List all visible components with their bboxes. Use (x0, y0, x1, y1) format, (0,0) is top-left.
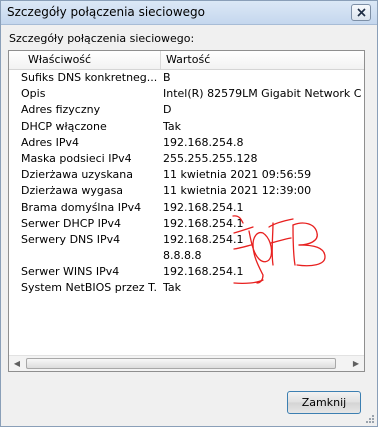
column-header-property[interactable]: Właściwość (9, 51, 161, 69)
property-cell: Adres IPv4 (21, 135, 79, 149)
value-cell: Tak (163, 281, 182, 295)
value-cell: 255.255.255.128 (163, 151, 258, 165)
column-header-value[interactable]: Wartość (161, 51, 364, 69)
property-cell: System NetBIOS przez T... (21, 281, 157, 295)
table-row[interactable]: Opis Intel(R) 82579LM Gigabit Network Con… (9, 86, 364, 102)
close-window-button[interactable] (351, 4, 371, 21)
property-cell: Opis (21, 87, 46, 101)
table-row[interactable]: Adres IPv4 192.168.254.8 (9, 135, 364, 151)
property-cell: Adres fizyczny (21, 103, 101, 117)
table-row[interactable]: Sufiks DNS konkretneg... B (9, 70, 364, 86)
value-cell: Intel(R) 82579LM Gigabit Network Conne (163, 87, 361, 101)
value-cell: Tak (163, 119, 182, 133)
list-rows: Sufiks DNS konkretneg... B Opis Intel(R) 82… (9, 70, 364, 297)
property-cell: Brama domyślna IPv4 (21, 200, 142, 214)
details-label: Szczegóły połączenia sieciowego: (9, 32, 195, 45)
value-cell: 192.168.254.1 (163, 232, 244, 246)
close-button[interactable]: Zamknij (287, 391, 361, 414)
table-row[interactable]: Adres fizyczny D (9, 102, 364, 118)
value-cell: 192.168.254.1 (163, 216, 244, 230)
value-cell: D (163, 103, 172, 117)
table-row[interactable]: Maska podsieci IPv4 255.255.255.128 (9, 151, 364, 167)
details-list[interactable]: Właściwość Wartość Sufiks DNS konkretneg… (8, 50, 365, 372)
value-cell: 192.168.254.1 (163, 265, 244, 279)
value-cell: 192.168.254.1 (163, 200, 244, 214)
network-details-dialog: Szczegóły połączenia sieciowego Szczegół… (0, 0, 378, 427)
property-cell: Serwer DHCP IPv4 (21, 216, 121, 230)
close-icon (356, 8, 366, 17)
property-cell: Sufiks DNS konkretneg... (21, 71, 157, 84)
table-row[interactable]: Dzierżawa wygasa 11 kwietnia 2021 12:39:0… (9, 183, 364, 199)
table-row[interactable]: Serwer WINS IPv4 192.168.254.1 (9, 264, 364, 280)
list-header: Właściwość Wartość (9, 51, 364, 70)
scrollbar-thumb[interactable] (26, 358, 336, 369)
table-row[interactable]: System NetBIOS przez T... Tak (9, 280, 364, 296)
property-cell: Maska podsieci IPv4 (21, 151, 132, 165)
scroll-left-icon[interactable]: ◀ (9, 356, 25, 371)
scroll-right-icon[interactable]: ▶ (348, 356, 364, 371)
value-cell: 192.168.254.8 (163, 135, 244, 149)
property-cell: DHCP włączone (21, 119, 107, 133)
table-row[interactable]: Brama domyślna IPv4 192.168.254.1 (9, 200, 364, 216)
value-cell: 11 kwietnia 2021 12:39:00 (163, 184, 312, 198)
property-cell: Serwery DNS IPv4 (21, 232, 121, 246)
table-row[interactable]: Dzierżawa uzyskana 11 kwietnia 2021 09:56… (9, 167, 364, 183)
window-title: Szczegóły połączenia sieciowego (7, 5, 205, 19)
table-row[interactable]: Serwery DNS IPv4 192.168.254.1 (9, 232, 364, 248)
property-cell: Dzierżawa uzyskana (21, 168, 133, 182)
horizontal-scrollbar[interactable]: ◀ ▶ (9, 355, 364, 371)
property-cell: Serwer WINS IPv4 (21, 265, 120, 279)
value-cell: B (163, 71, 171, 84)
value-cell: 11 kwietnia 2021 09:56:59 (163, 168, 312, 182)
title-bar: Szczegóły połączenia sieciowego (1, 1, 377, 25)
table-row[interactable]: DHCP włączone Tak (9, 119, 364, 135)
resize-grip-icon[interactable] (363, 412, 375, 424)
table-row[interactable]: 8.8.8.8 (9, 248, 364, 264)
property-cell: Dzierżawa wygasa (21, 184, 124, 198)
value-cell: 8.8.8.8 (163, 249, 202, 263)
table-row[interactable]: Serwer DHCP IPv4 192.168.254.1 (9, 216, 364, 232)
